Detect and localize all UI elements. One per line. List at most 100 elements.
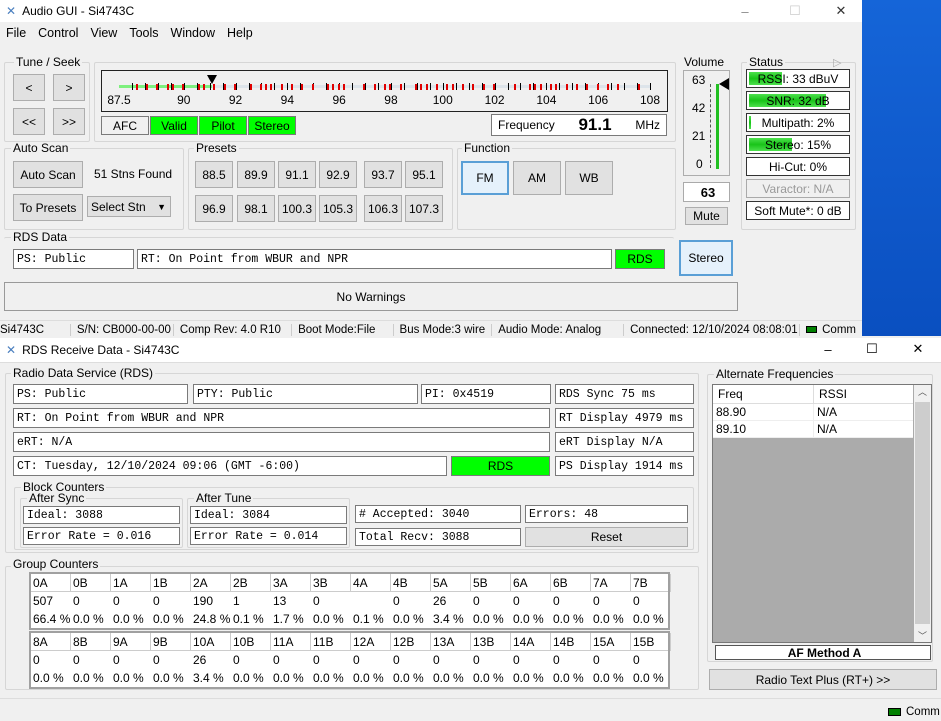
function-fm-button[interactable]: FM: [461, 161, 509, 195]
menu-file[interactable]: File: [0, 26, 32, 40]
expand-arrow-icon[interactable]: ▷: [833, 56, 841, 69]
count-8B: 0: [73, 653, 80, 667]
scrollbar-thumb[interactable]: [915, 402, 930, 624]
preset-button-105.3[interactable]: 105.3: [319, 195, 357, 222]
seek-up-button[interactable]: >: [53, 74, 85, 101]
rds-data-label: RDS Data: [11, 230, 70, 244]
desktop-background: [862, 0, 941, 336]
scroll-up-icon[interactable]: ︿: [914, 385, 931, 398]
station-marker: [197, 84, 200, 90]
preset-button-96.9[interactable]: 96.9: [195, 195, 233, 222]
station-marker: [389, 84, 392, 90]
preset-button-89.9[interactable]: 89.9: [237, 161, 275, 188]
scale-minor-tick: [442, 83, 444, 90]
station-marker: [249, 84, 252, 90]
rds-minimize-button[interactable]: –: [805, 338, 851, 360]
scroll-down-icon[interactable]: ﹀: [914, 629, 931, 642]
af-row[interactable]: 88.90 N/A: [713, 404, 913, 421]
comm-led-icon: [806, 326, 818, 333]
count-4A: [351, 592, 391, 610]
percent-10B: 0.0 %: [233, 671, 264, 685]
station-marker: [596, 84, 599, 90]
status-multipath-meter: Multipath: 2%: [746, 113, 850, 132]
percent-10A: 3.4 %: [193, 671, 224, 685]
after-tune-label: After Tune: [194, 491, 254, 505]
freq-column-header[interactable]: Freq: [713, 385, 814, 403]
menu-tools[interactable]: Tools: [123, 26, 164, 40]
scale-minor-tick: [624, 83, 626, 90]
pi-field: PI: 0x4519: [421, 384, 551, 404]
comm-label: Comm: [822, 323, 856, 336]
column-header-5B: 5B: [471, 573, 511, 592]
station-marker: [280, 84, 283, 90]
station-marker: [373, 84, 376, 90]
count-9B: 0: [153, 653, 160, 667]
function-wb-button[interactable]: WB: [565, 161, 613, 195]
function-am-button[interactable]: AM: [513, 161, 561, 195]
station-marker: [265, 84, 268, 90]
preset-button-98.1[interactable]: 98.1: [237, 195, 275, 222]
to-presets-button[interactable]: To Presets: [13, 194, 83, 221]
preset-button-91.1[interactable]: 91.1: [278, 161, 316, 188]
station-marker: [301, 84, 304, 90]
close-button[interactable]: ✕: [818, 0, 864, 22]
station-marker: [575, 84, 578, 90]
reset-button[interactable]: Reset: [525, 527, 688, 547]
tuning-pointer-icon[interactable]: [207, 75, 218, 84]
rssi-column-header[interactable]: RSSI: [814, 385, 847, 403]
station-marker: [399, 84, 402, 90]
station-marker: [415, 84, 418, 90]
ps-field: PS: Public: [13, 384, 188, 404]
station-marker: [425, 84, 428, 90]
fast-up-button[interactable]: >>: [53, 108, 85, 135]
rt-plus-button[interactable]: Radio Text Plus (RT+) >>: [709, 669, 937, 690]
rds-maximize-button[interactable]: ☐: [849, 338, 895, 360]
scale-tick-label: 102: [484, 93, 505, 107]
frequency-scale[interactable]: 87.5 90 92 94 96 98 100 102 104 106 108: [101, 70, 668, 112]
column-header-4B: 4B: [391, 573, 431, 592]
preset-button-106.3[interactable]: 106.3: [364, 195, 402, 222]
count-10A: 26: [193, 653, 207, 667]
scrollbar[interactable]: ︿ ﹀: [914, 385, 931, 642]
preset-button-88.5[interactable]: 88.5: [195, 161, 233, 188]
count-10B: 0: [233, 653, 240, 667]
station-marker: [145, 84, 148, 90]
station-marker: [156, 84, 159, 90]
stereo-button[interactable]: Stereo: [679, 240, 733, 276]
column-header-3A: 3A: [271, 573, 311, 592]
status-hi-cut-meter: Hi-Cut: 0%: [746, 157, 850, 176]
auto-scan-button[interactable]: Auto Scan: [13, 161, 83, 188]
station-marker: [135, 84, 138, 90]
select-station-dropdown[interactable]: Select Stn ▼: [87, 196, 171, 217]
menu-view[interactable]: View: [84, 26, 123, 40]
menu-bar: File Control View Tools Window Help: [0, 22, 259, 44]
preset-button-92.9[interactable]: 92.9: [319, 161, 357, 188]
scale-tick-label: 100: [432, 93, 453, 107]
menu-window[interactable]: Window: [165, 26, 221, 40]
preset-button-100.3[interactable]: 100.3: [278, 195, 316, 222]
station-marker: [327, 84, 330, 90]
menu-control[interactable]: Control: [32, 26, 84, 40]
fast-down-button[interactable]: <<: [13, 108, 45, 135]
count-3A: 13: [273, 594, 287, 608]
minimize-button[interactable]: –: [722, 0, 768, 22]
volume-slider[interactable]: 63 42 21 0: [683, 70, 730, 176]
preset-button-93.7[interactable]: 93.7: [364, 161, 402, 188]
scale-minor-tick: [468, 83, 470, 90]
column-header-7B: 7B: [631, 573, 671, 592]
rt-field: RT: On Point from WBUR and NPR: [137, 249, 612, 269]
maximize-button[interactable]: ☐: [772, 0, 818, 22]
seek-down-button[interactable]: <: [13, 74, 45, 101]
alt-freq-list[interactable]: Freq RSSI 88.90 N/A 89.10 N/A ︿ ﹀: [712, 384, 932, 643]
rds-close-button[interactable]: ✕: [895, 338, 941, 360]
mute-button[interactable]: Mute: [685, 207, 728, 225]
af-row[interactable]: 89.10 N/A: [713, 421, 913, 438]
percent-1A: 0.0 %: [113, 612, 144, 626]
preset-button-95.1[interactable]: 95.1: [405, 161, 443, 188]
menu-help[interactable]: Help: [221, 26, 259, 40]
ert-field: eRT: N/A: [13, 432, 550, 452]
station-marker: [436, 84, 438, 90]
status-text: RSSI: 33 dBuV: [757, 71, 839, 86]
preset-button-107.3[interactable]: 107.3: [405, 195, 443, 222]
volume-thumb-icon[interactable]: [719, 78, 729, 90]
